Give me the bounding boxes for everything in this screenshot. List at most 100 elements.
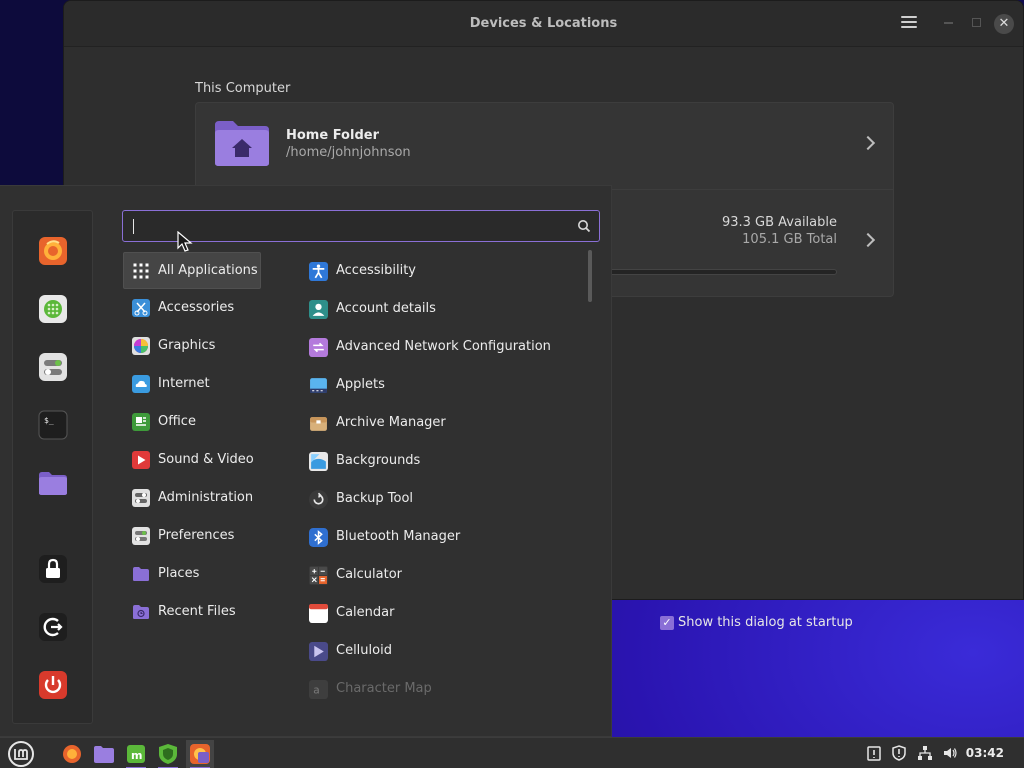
app-label: Account details (336, 301, 436, 316)
category-places[interactable]: Places (123, 555, 261, 593)
home-folder-path: /home/johnjohnson (286, 145, 411, 160)
grid-icon (132, 262, 150, 280)
network-icon (309, 338, 328, 357)
app-account-details[interactable]: Account details (301, 290, 581, 328)
category-label: All Applications (158, 263, 258, 278)
search-input[interactable] (137, 211, 567, 241)
active-window-button[interactable] (186, 740, 214, 768)
firefox-icon[interactable] (37, 235, 69, 267)
app-label: Backup Tool (336, 491, 414, 506)
app-label: Celluloid (336, 643, 392, 658)
app-label: Archive Manager (336, 415, 446, 430)
app-calculator[interactable]: Calculator (301, 556, 581, 594)
startup-checkbox-row[interactable]: ✓ Show this dialog at startup (660, 612, 910, 639)
svg-text:m: m (131, 749, 142, 762)
category-label: Graphics (158, 338, 216, 353)
application-menu: $_ All Applications Accessories Graphics In… (0, 185, 612, 737)
app-label: Bluetooth Manager (336, 529, 461, 544)
taskbar: m 03:42 (0, 737, 1024, 768)
app-backup-tool[interactable]: Backup Tool (301, 480, 581, 518)
disk-total: 105.1 GB Total (742, 232, 837, 247)
category-label: Sound & Video (158, 452, 254, 467)
archive-icon (309, 414, 328, 433)
category-internet[interactable]: Internet (123, 365, 261, 403)
category-label: Office (158, 414, 196, 429)
files-launcher[interactable] (90, 740, 118, 768)
logout-icon[interactable] (37, 611, 69, 643)
category-sound-video[interactable]: Sound & Video (123, 441, 261, 479)
home-folder-row[interactable]: Home Folder /home/johnjohnson (195, 102, 894, 190)
category-label: Internet (158, 376, 210, 391)
celluloid-icon (309, 642, 328, 661)
app-advanced-network-configuration[interactable]: Advanced Network Configuration (301, 328, 581, 366)
app-bluetooth-manager[interactable]: Bluetooth Manager (301, 518, 581, 556)
text-caret (133, 219, 134, 234)
category-label: Administration (158, 490, 254, 505)
category-graphics[interactable]: Graphics (123, 327, 261, 365)
settings-icon (132, 527, 150, 545)
accessibility-icon (309, 262, 328, 281)
startup-checkbox-label: Show this dialog at startup (678, 615, 853, 630)
clock[interactable]: 03:42 (966, 746, 1004, 760)
toggles-icon (132, 489, 150, 507)
category-label: Recent Files (158, 604, 236, 619)
hamburger-menu-icon[interactable] (901, 16, 917, 30)
category-accessories[interactable]: Accessories (123, 289, 261, 327)
category-label: Preferences (158, 528, 235, 543)
menu-button[interactable] (4, 740, 38, 768)
category-administration[interactable]: Administration (123, 479, 261, 517)
notes-tray-icon[interactable] (866, 745, 882, 761)
category-list: All Applications Accessories Graphics Inter… (123, 252, 298, 631)
home-folder-name: Home Folder (286, 128, 379, 143)
volume-tray-icon[interactable] (942, 745, 958, 761)
search-icon (578, 220, 591, 233)
recent-folder-icon (132, 603, 150, 621)
cloud-icon (132, 375, 150, 393)
app-accessibility[interactable]: Accessibility (301, 252, 581, 290)
files-icon[interactable] (37, 467, 69, 499)
svg-text:$_: $_ (44, 416, 54, 425)
lock-icon[interactable] (37, 553, 69, 585)
power-icon[interactable] (37, 669, 69, 701)
app-list-scrollbar[interactable] (588, 250, 592, 302)
home-folder-icon (215, 121, 269, 166)
app-applets[interactable]: Applets (301, 366, 581, 404)
category-all-applications[interactable]: All Applications (123, 252, 261, 289)
software-manager-icon[interactable] (37, 293, 69, 325)
scissors-icon (132, 299, 150, 317)
favorites-panel: $_ (12, 210, 93, 724)
startup-checkbox[interactable]: ✓ (660, 616, 674, 630)
mintinstall-launcher[interactable]: m (122, 740, 150, 768)
app-archive-manager[interactable]: Archive Manager (301, 404, 581, 442)
section-title: This Computer (195, 81, 291, 96)
settings-icon[interactable] (37, 351, 69, 383)
terminal-icon[interactable]: $_ (37, 409, 69, 441)
category-office[interactable]: Office (123, 403, 261, 441)
mouse-cursor-icon (177, 231, 193, 252)
firefox-launcher[interactable] (58, 740, 86, 768)
app-calendar[interactable]: Calendar (301, 594, 581, 632)
app-label: Backgrounds (336, 453, 421, 468)
app-celluloid[interactable]: Celluloid (301, 632, 581, 670)
category-preferences[interactable]: Preferences (123, 517, 261, 555)
backgrounds-icon (309, 452, 328, 471)
category-label: Accessories (158, 300, 235, 315)
applets-icon (309, 376, 328, 395)
disk-usage-bar (606, 269, 837, 275)
app-label: Calculator (336, 567, 403, 582)
calendar-icon (309, 604, 328, 623)
svg-text:a: a (313, 685, 319, 697)
category-recent-files[interactable]: Recent Files (123, 593, 261, 631)
close-button[interactable]: ✕ (994, 14, 1014, 34)
update-shield-tray-icon[interactable] (891, 745, 907, 761)
chevron-right-icon (860, 232, 876, 248)
app-character-map[interactable]: a Character Map (301, 670, 581, 702)
app-backgrounds[interactable]: Backgrounds (301, 442, 581, 480)
minimize-icon[interactable] (944, 22, 953, 24)
disk-available: 93.3 GB Available (721, 215, 837, 230)
app-label: Applets (336, 377, 385, 392)
category-label: Places (158, 566, 200, 581)
network-tray-icon[interactable] (917, 745, 933, 761)
maximize-icon[interactable] (972, 18, 981, 27)
mintupdate-launcher[interactable] (154, 740, 182, 768)
